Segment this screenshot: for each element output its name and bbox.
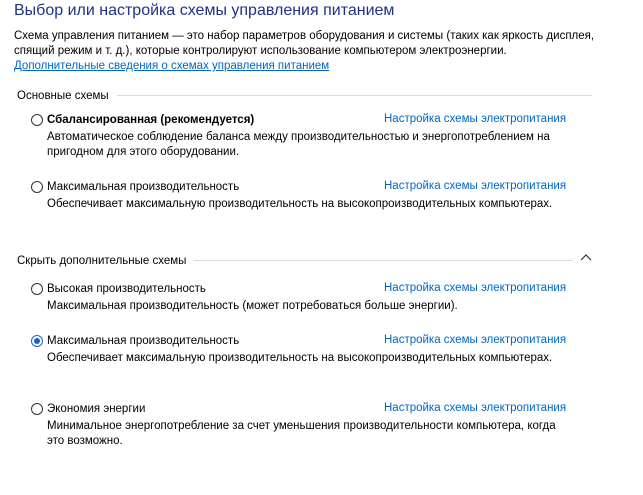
radio-balanced[interactable] <box>31 114 43 126</box>
radio-ultimate-extra[interactable] <box>31 335 43 347</box>
group-divider <box>116 95 592 96</box>
plan-ultimate-extra: Максимальная производительность Настройк… <box>31 333 591 366</box>
group-divider <box>194 260 573 261</box>
radio-high-performance[interactable] <box>31 283 43 295</box>
plan-row: Сбалансированная (рекомендуется) Настрой… <box>31 112 591 128</box>
page-title: Выбор или настройка схемы управления пит… <box>14 2 395 19</box>
plan-description: Максимальная производительность (может п… <box>47 300 458 312</box>
plan-description: Минимальное энергопотребление за счет ум… <box>47 420 556 447</box>
plan-row: Максимальная производительность Настройк… <box>31 179 591 195</box>
plan-name[interactable]: Экономия энергии <box>47 403 145 415</box>
plan-ultimate-main: Максимальная производительность Настройк… <box>31 179 591 212</box>
plan-description: Обеспечивает максимальную производительн… <box>47 352 553 364</box>
chevron-up-icon[interactable] <box>579 253 593 263</box>
plan-name[interactable]: Максимальная производительность <box>47 181 239 193</box>
plan-settings-link[interactable]: Настройка схемы электропитания <box>384 282 566 294</box>
radio-power-saver[interactable] <box>31 403 43 415</box>
plan-name[interactable]: Максимальная производительность <box>47 335 239 347</box>
plan-high-performance: Высокая производительность Настройка схе… <box>31 281 591 314</box>
plan-name[interactable]: Сбалансированная (рекомендуется) <box>47 114 254 126</box>
plan-settings-link[interactable]: Настройка схемы электропитания <box>384 113 566 125</box>
plan-row: Экономия энергии Настройка схемы электро… <box>31 401 591 417</box>
plan-settings-link[interactable]: Настройка схемы электропитания <box>384 334 566 346</box>
group-label[interactable]: Скрыть дополнительные схемы <box>17 255 194 267</box>
plan-description: Автоматическое соблюдение баланса между … <box>47 131 550 158</box>
plan-power-saver: Экономия энергии Настройка схемы электро… <box>31 401 591 449</box>
plan-name[interactable]: Высокая производительность <box>47 283 206 295</box>
group-header-main: Основные схемы <box>17 88 592 103</box>
plan-row: Высокая производительность Настройка схе… <box>31 281 591 297</box>
plan-description: Обеспечивает максимальную производительн… <box>47 198 553 210</box>
plan-balanced: Сбалансированная (рекомендуется) Настрой… <box>31 112 591 160</box>
group-label: Основные схемы <box>17 89 109 102</box>
plan-settings-link[interactable]: Настройка схемы электропитания <box>384 180 566 192</box>
plan-row: Максимальная производительность Настройк… <box>31 333 591 349</box>
group-header-extra[interactable]: Скрыть дополнительные схемы <box>17 253 573 268</box>
radio-ultimate-main[interactable] <box>31 181 43 193</box>
plan-settings-link[interactable]: Настройка схемы электропитания <box>384 402 566 414</box>
page-description: Схема управления питанием — это набор па… <box>14 30 595 57</box>
more-info-link[interactable]: Дополнительные сведения о схемах управле… <box>14 59 329 74</box>
